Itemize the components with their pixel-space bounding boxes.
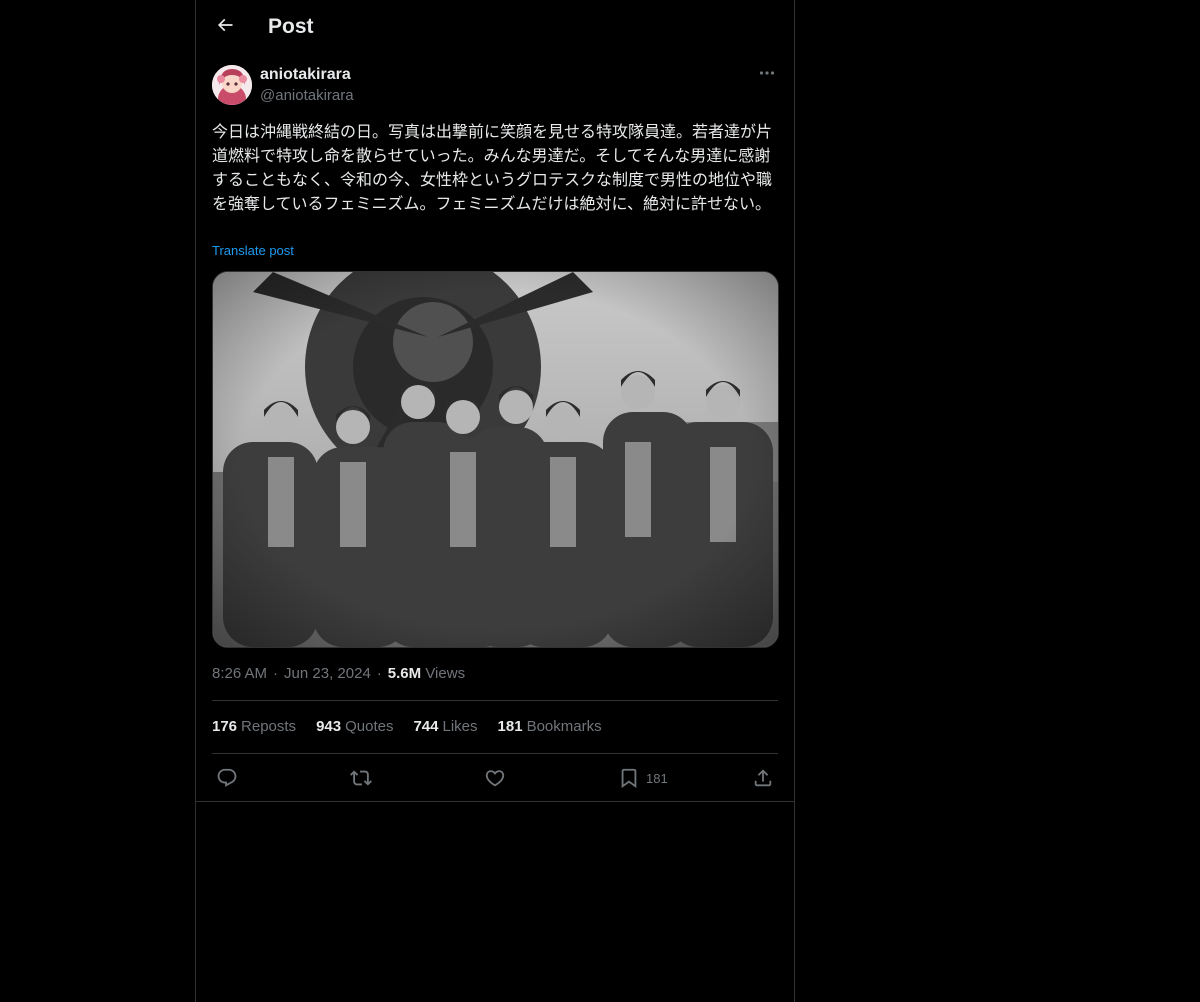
more-options-button[interactable] [756,64,778,86]
views-label: Views [425,665,466,682]
back-button[interactable] [208,10,242,44]
divider [212,700,778,701]
bookmark-count: 181 [646,770,668,786]
post-photo[interactable] [212,271,779,648]
stat-quotes[interactable]: 943 Quotes [316,717,393,737]
author-handle[interactable]: @aniotakirara [260,86,354,106]
reply-button[interactable] [216,764,238,792]
repost-icon [350,767,372,789]
bookmark-button[interactable]: 181 [618,764,668,792]
stat-likes[interactable]: 744 Likes [413,717,477,737]
more-horizontal-icon [759,65,775,86]
repost-button[interactable] [350,764,372,792]
post-bottom-border [196,801,794,802]
arrow-left-icon [215,15,235,40]
engagement-stats: 176 Reposts 943 Quotes 744 Likes 181 Bookmar… [212,717,602,737]
stat-reposts[interactable]: 176 Reposts [212,717,296,737]
share-icon [752,767,774,789]
like-button[interactable] [484,764,506,792]
post-time[interactable]: 8:26 AM [212,665,267,682]
divider [212,753,778,754]
share-button[interactable] [752,764,774,792]
stat-bookmarks[interactable]: 181 Bookmarks [498,717,602,737]
author-name[interactable]: aniotakirara [260,65,351,85]
action-bar: 181 [212,764,778,792]
post-date[interactable]: Jun 23, 2024 [284,665,371,682]
post-text: 今日は沖縄戦終結の日。写真は出撃前に笑顔を見せる特攻隊員達。若者達が片道燃料で特… [212,122,773,213]
post-meta: 8:26 AM · Jun 23, 2024 · 5.6M Views [212,665,466,682]
heart-icon [484,767,506,789]
page-title: Post [268,15,314,38]
avatar[interactable] [212,65,252,105]
views-count: 5.6M [387,665,422,682]
post-detail-column: Post aniotakirara @aniotakirara 今日は沖縄戦終結… [195,0,795,1002]
translate-post-link[interactable]: Translate post [212,242,294,260]
bookmark-icon [618,767,640,789]
reply-icon [216,767,238,789]
header: Post [196,0,794,54]
